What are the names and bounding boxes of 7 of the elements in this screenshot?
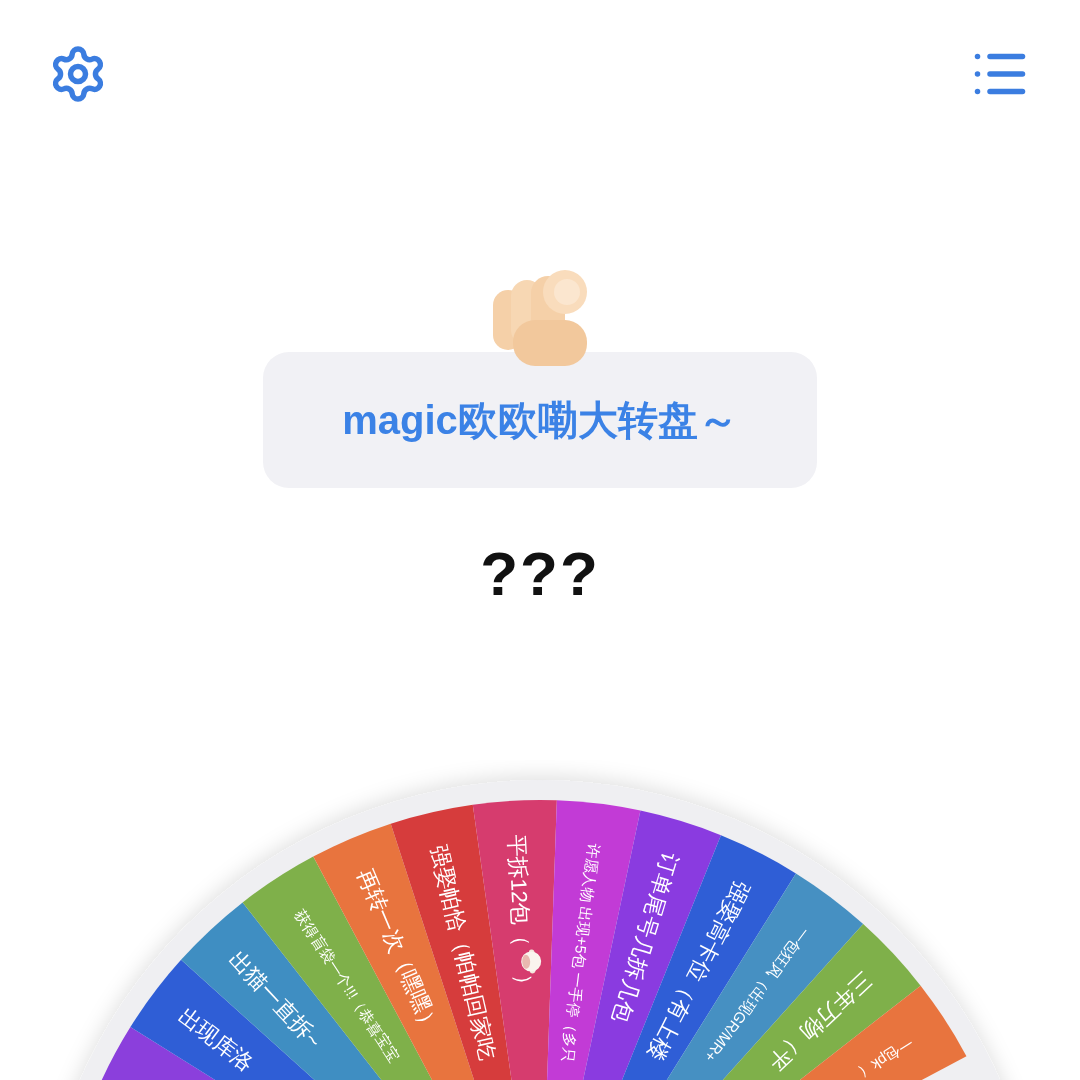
result-text: ??? (480, 538, 600, 609)
segment-label: 许愿人物 出现+5包 一手停（多只 (558, 842, 603, 1064)
segment-label: 一包pk（ (855, 1034, 917, 1080)
segment-label: 平拆12包（ (503, 834, 535, 948)
segment-label: ） (510, 973, 537, 997)
segment-label: 出现库洛 (173, 1003, 259, 1077)
wheel-title: magic欧欧嘞大转盘～ (342, 396, 738, 444)
